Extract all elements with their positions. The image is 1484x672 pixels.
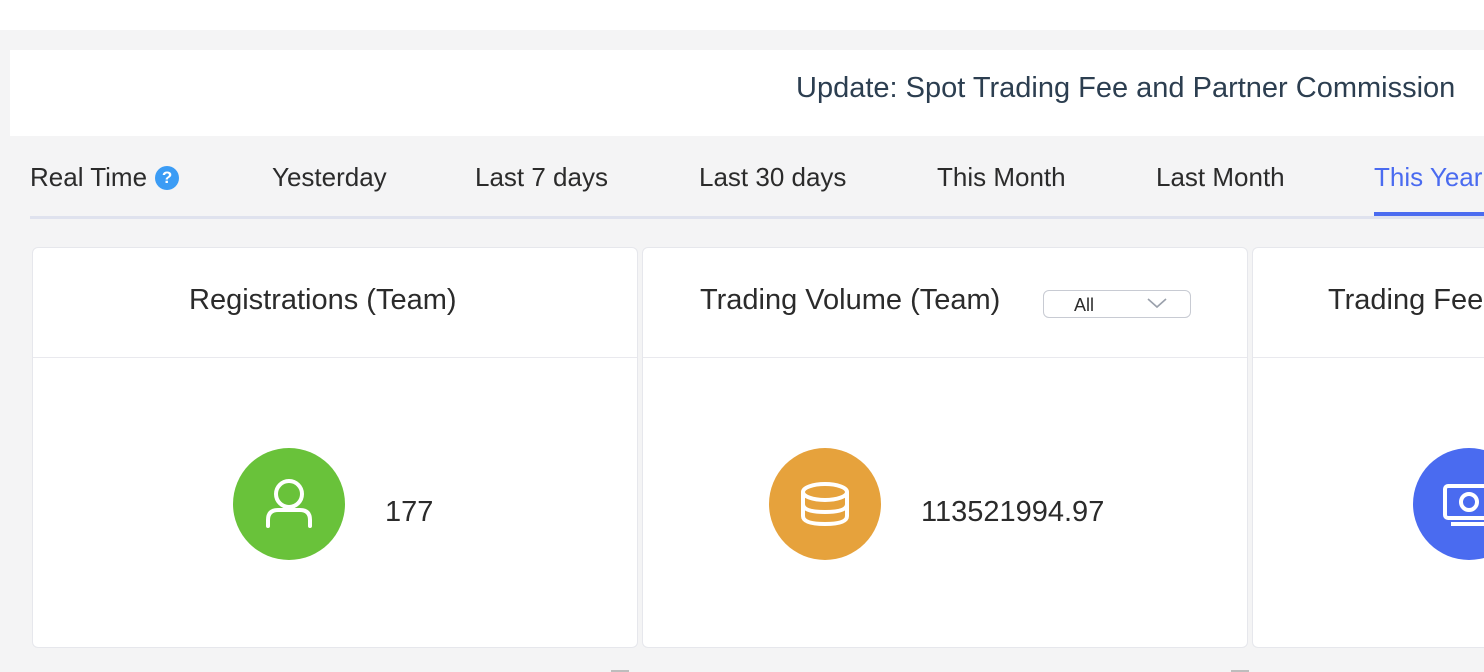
date-range-tabs: Real Time? Yesterday Last 7 days Last 30… [30, 150, 1484, 219]
tab-last-30-days[interactable]: Last 30 days [699, 162, 846, 193]
tab-this-year[interactable]: This Year [1374, 162, 1482, 193]
chevron-down-icon [1146, 293, 1168, 318]
announcement-text[interactable]: Update: Spot Trading Fee and Partner Com… [796, 72, 1455, 105]
tab-last-7-days[interactable]: Last 7 days [475, 162, 608, 193]
card-header: Trading Volume (Team) All [643, 248, 1247, 358]
money-icon [1413, 448, 1484, 560]
card-title: Registrations (Team) [189, 284, 457, 316]
card-header: Trading Fee [1253, 248, 1484, 358]
registrations-card: Registrations (Team) 177 [32, 247, 638, 648]
registrations-value: 177 [385, 496, 434, 528]
select-value: All [1074, 295, 1095, 315]
card-title: Trading Volume (Team) [700, 284, 1001, 316]
tab-yesterday[interactable]: Yesterday [272, 162, 387, 193]
tab-last-month[interactable]: Last Month [1156, 162, 1285, 193]
coins-icon [769, 448, 881, 560]
announcement-banner[interactable]: Update: Spot Trading Fee and Partner Com… [10, 50, 1484, 136]
top-bar [0, 0, 1484, 30]
trading-volume-value: 113521994.97 [921, 496, 1105, 528]
trading-fee-card: Trading Fee [1252, 247, 1484, 648]
card-title: Trading Fee [1328, 284, 1484, 316]
tab-label: Real Time [30, 162, 148, 192]
card-header: Registrations (Team) [33, 248, 637, 358]
active-tab-indicator [1374, 212, 1484, 216]
tab-this-month[interactable]: This Month [937, 162, 1066, 193]
user-icon [233, 448, 345, 560]
tab-real-time[interactable]: Real Time? [30, 162, 180, 193]
trading-volume-card: Trading Volume (Team) All 113521994.97 [642, 247, 1248, 648]
help-icon[interactable]: ? [155, 166, 180, 190]
volume-filter-select[interactable]: All [1043, 290, 1191, 318]
